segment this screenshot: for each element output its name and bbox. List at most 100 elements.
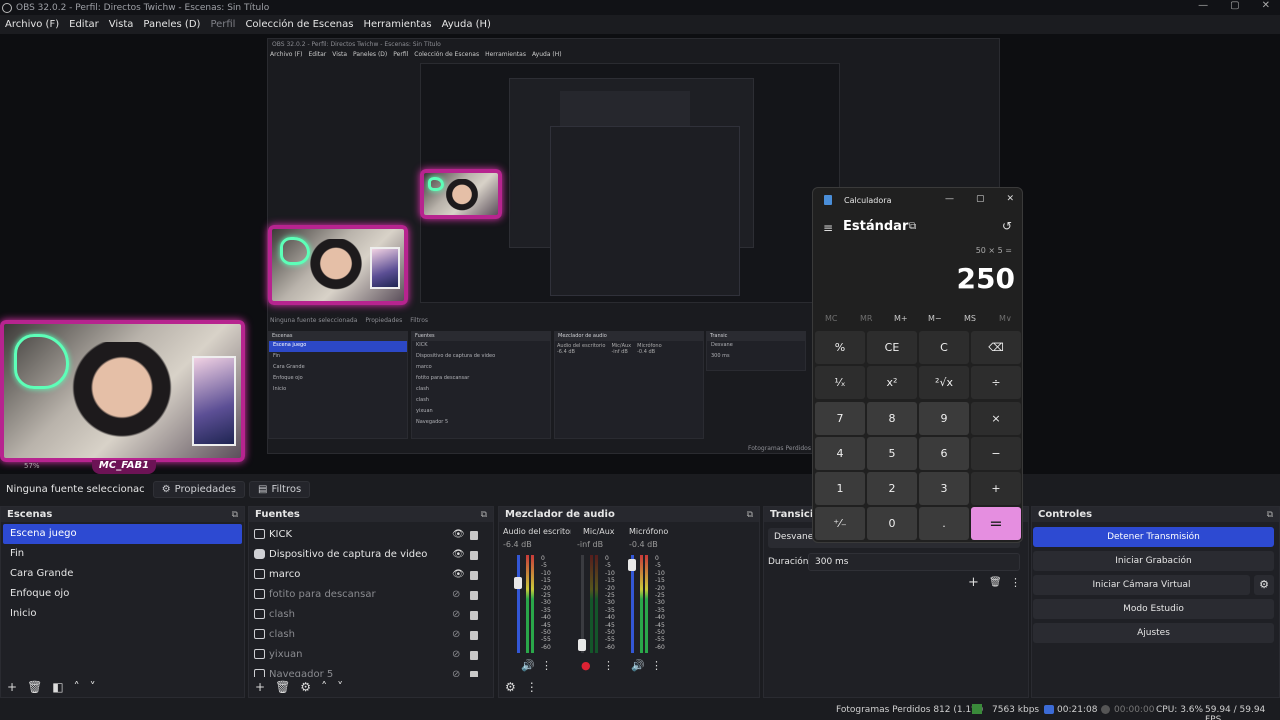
channel-menu-icon[interactable]: ⋮ [541,659,552,672]
source-item[interactable]: KICK 👁 [249,524,493,544]
memory-clear-button[interactable]: MC [825,314,838,323]
menu-editar[interactable]: Editar [64,19,104,30]
scene-item[interactable]: Enfoque ojo [3,584,242,604]
memory-subtract-button[interactable]: M− [928,314,942,323]
settings-button[interactable]: Ajustes [1033,623,1274,643]
backspace-key[interactable]: ⌫ [971,331,1021,364]
speaker-icon[interactable]: 🔊 [521,659,535,672]
multiply-key[interactable]: × [971,402,1021,435]
maximize-button[interactable]: ▢ [1230,0,1239,11]
volume-slider[interactable] [517,555,520,653]
move-up-icon[interactable]: ˄ [321,680,327,694]
history-icon[interactable]: ↺ [1002,219,1012,233]
menu-coleccion-escenas[interactable]: Colección de Escenas [240,19,358,30]
memory-add-button[interactable]: M+ [894,314,908,323]
visibility-icon[interactable]: 👁 [452,529,465,540]
source-item[interactable]: fotito para descansar ⊘ [249,584,493,604]
start-virtual-camera-button[interactable]: Iniciar Cámara Virtual [1033,575,1250,595]
calculator-window[interactable]: Calculadora — ▢ ✕ ≡ Estándar ⧉ ↺ 50 × 5 … [812,187,1023,543]
hidden-icon[interactable]: ⊘ [452,649,460,660]
memory-recall-button[interactable]: MR [860,314,872,323]
source-item[interactable]: yixuan ⊘ [249,644,493,664]
lock-icon[interactable] [470,610,478,620]
digit-3-key[interactable]: 3 [919,472,969,505]
undock-icon[interactable]: ⧉ [232,510,238,520]
transition-menu-icon[interactable]: ⋮ [1010,576,1021,589]
scene-filters-icon[interactable]: ◧ [52,680,63,694]
digit-4-key[interactable]: 4 [815,437,865,470]
menu-vista[interactable]: Vista [104,19,139,30]
divide-key[interactable]: ÷ [971,366,1021,399]
channel-menu-icon[interactable]: ⋮ [651,659,662,672]
properties-button[interactable]: ⚙ Propiedades [152,480,245,498]
visibility-icon[interactable]: 👁 [452,549,465,560]
add-key[interactable]: + [971,472,1021,505]
source-item[interactable]: Dispositivo de captura de video 👁 [249,544,493,564]
negate-key[interactable]: ⁺⁄₋ [815,507,865,540]
percent-key[interactable]: % [815,331,865,364]
mixer-menu-icon[interactable]: ⋮ [526,680,538,694]
digit-1-key[interactable]: 1 [815,472,865,505]
add-source-icon[interactable]: + [255,680,265,694]
sqrt-key[interactable]: ²√x [919,366,969,399]
studio-mode-button[interactable]: Modo Estudio [1033,599,1274,619]
virtual-camera-settings-icon[interactable]: ⚙ [1254,575,1274,595]
channel-menu-icon[interactable]: ⋮ [603,659,614,672]
duration-input[interactable]: 300 ms [808,553,1020,571]
hamburger-menu-icon[interactable]: ≡ [823,221,833,235]
speaker-icon[interactable]: 🔊 [631,659,645,672]
remove-transition-icon[interactable]: 🗑 [989,577,1002,588]
filters-button[interactable]: ▤ Filtros [248,480,311,498]
move-down-icon[interactable]: ˅ [90,680,96,694]
volume-slider-handle[interactable] [628,559,636,571]
digit-7-key[interactable]: 7 [815,402,865,435]
memory-store-button[interactable]: MS [964,314,976,323]
menu-perfil[interactable]: Perfil [205,19,240,30]
hidden-icon[interactable]: ⊘ [452,589,460,600]
hidden-icon[interactable]: ⊘ [452,609,460,620]
reciprocal-key[interactable]: ¹⁄ₓ [815,366,865,399]
volume-slider-handle[interactable] [514,577,522,589]
source-item[interactable]: clash ⊘ [249,604,493,624]
digit-5-key[interactable]: 5 [867,437,917,470]
calc-minimize-button[interactable]: — [945,194,954,204]
close-button[interactable]: ✕ [1262,0,1270,11]
undock-icon[interactable]: ⧉ [1267,510,1273,520]
clear-key[interactable]: C [919,331,969,364]
menu-herramientas[interactable]: Herramientas [358,19,436,30]
menu-paneles[interactable]: Paneles (D) [138,19,205,30]
scene-item[interactable]: Escena juego [3,524,242,544]
start-recording-button[interactable]: Iniciar Grabación [1033,551,1274,571]
minimize-button[interactable]: — [1198,0,1208,11]
menu-archivo[interactable]: Archivo (F) [0,19,64,30]
source-properties-icon[interactable]: ⚙ [300,680,311,694]
move-down-icon[interactable]: ˅ [337,680,343,694]
digit-9-key[interactable]: 9 [919,402,969,435]
calc-maximize-button[interactable]: ▢ [976,194,985,204]
source-item[interactable]: clash ⊘ [249,624,493,644]
undock-icon[interactable]: ⧉ [747,510,753,520]
scene-item[interactable]: Fin [3,544,242,564]
lock-icon[interactable] [470,630,478,640]
subtract-key[interactable]: − [971,437,1021,470]
lock-icon[interactable] [470,570,478,580]
lock-icon[interactable] [470,530,478,540]
muted-speaker-icon[interactable]: ● [581,659,591,672]
stop-stream-button[interactable]: Detener Transmisión [1033,527,1274,547]
hidden-icon[interactable]: ⊘ [452,629,460,640]
add-transition-icon[interactable]: + [968,575,979,590]
remove-scene-icon[interactable]: 🗑 [27,680,42,694]
scene-item[interactable]: Inicio [3,604,242,624]
equals-key[interactable]: = [971,507,1021,540]
undock-icon[interactable]: ⧉ [481,510,487,520]
lock-icon[interactable] [470,590,478,600]
add-scene-icon[interactable]: + [7,680,17,694]
visibility-icon[interactable]: 👁 [452,569,465,580]
square-key[interactable]: x² [867,366,917,399]
digit-8-key[interactable]: 8 [867,402,917,435]
lock-icon[interactable] [470,650,478,660]
scene-item[interactable]: Cara Grande [3,564,242,584]
decimal-key[interactable]: . [919,507,969,540]
source-item[interactable]: marco 👁 [249,564,493,584]
menu-ayuda[interactable]: Ayuda (H) [437,19,496,30]
